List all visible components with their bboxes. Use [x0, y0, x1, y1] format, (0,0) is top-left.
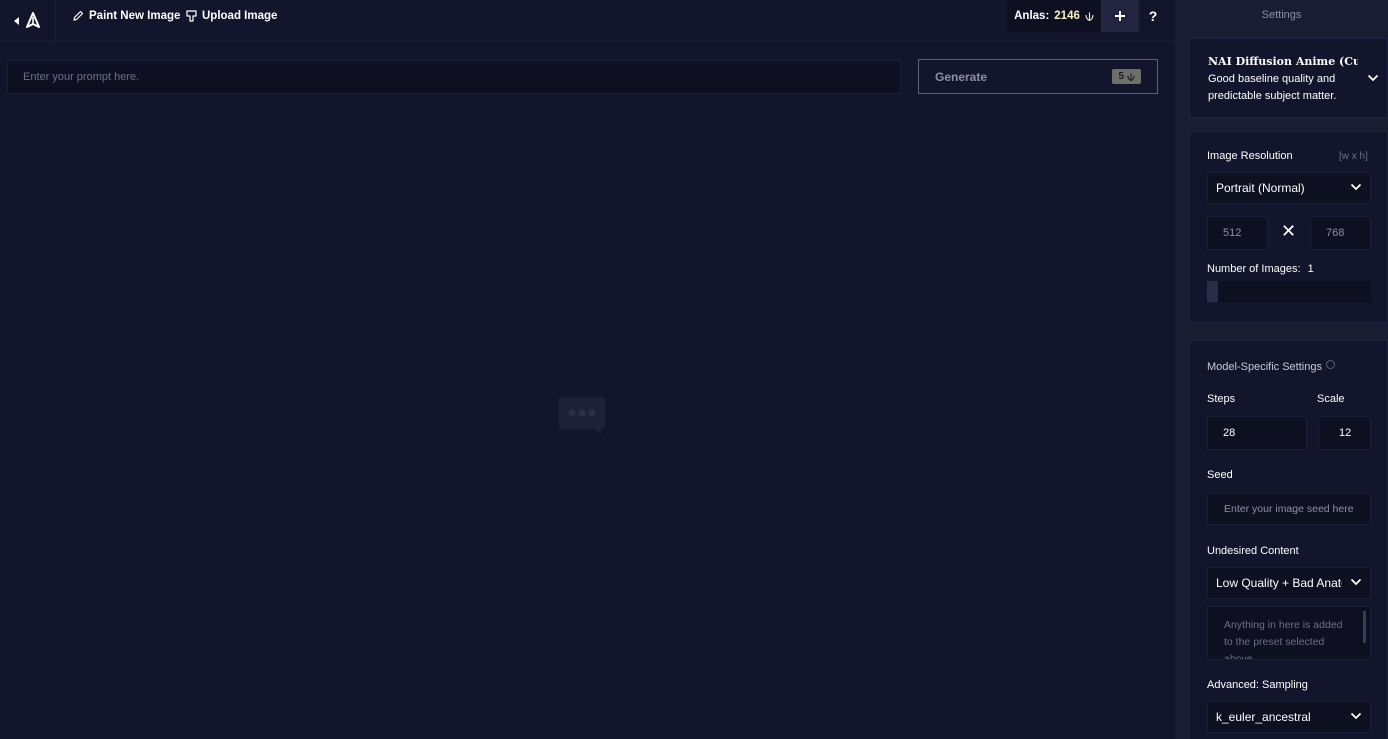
top-bar: Paint New Image Upload Image Anlas: 2146…	[0, 0, 1175, 42]
anlas-balance[interactable]: Anlas: 2146	[1007, 0, 1101, 32]
chevron-down-icon	[1350, 712, 1362, 720]
number-of-images-slider-thumb[interactable]	[1207, 281, 1218, 302]
seed-label: Seed	[1207, 469, 1233, 481]
undesired-content-textarea[interactable]: Anything in here is added to the preset …	[1207, 606, 1371, 660]
generate-button[interactable]: Generate 5	[918, 59, 1158, 94]
caret-left-icon	[14, 17, 19, 25]
advanced-sampling-label: Advanced: Sampling	[1207, 679, 1308, 691]
help-button[interactable]: ?	[1139, 0, 1167, 32]
model-selector[interactable]: NAI Diffusion Anime (Curated) Good basel…	[1189, 38, 1388, 118]
seed-input[interactable]	[1207, 493, 1371, 525]
sampling-dropdown[interactable]: k_euler_ancestral	[1207, 701, 1371, 733]
model-name: NAI Diffusion Anime (Curated)	[1208, 55, 1358, 68]
help-circle-icon[interactable]	[1325, 360, 1335, 369]
undesired-content-label: Undesired Content	[1207, 545, 1299, 557]
resolution-preset-dropdown[interactable]: Portrait (Normal)	[1207, 172, 1371, 204]
model-specific-settings-label: Model-Specific Settings	[1207, 361, 1322, 373]
settings-title: Settings	[1261, 9, 1302, 21]
back-button[interactable]	[0, 0, 56, 42]
generate-label: Generate	[935, 69, 988, 84]
novelai-logo-icon	[26, 12, 40, 28]
generate-cost-badge: 5	[1112, 69, 1141, 84]
steps-input[interactable]: 28	[1207, 416, 1307, 450]
chevron-down-icon	[1350, 578, 1362, 586]
number-of-images-value: 1	[1307, 263, 1314, 275]
number-of-images-label: Number of Images:	[1207, 263, 1301, 275]
image-resolution-label: Image Resolution	[1207, 150, 1293, 162]
anlas-label: Anlas:	[1014, 10, 1050, 22]
prompt-input[interactable]	[7, 60, 901, 94]
resolution-preset-value: Portrait (Normal)	[1216, 181, 1305, 195]
undesired-preset-value: Low Quality + Bad Anatomy	[1216, 576, 1342, 590]
undesired-content-placeholder: Anything in here is added to the preset …	[1224, 619, 1343, 660]
number-of-images-row: Number of Images: 1	[1207, 263, 1314, 275]
undesired-preset-dropdown[interactable]: Low Quality + Bad Anatomy	[1207, 567, 1371, 599]
resolution-times-icon: ✕	[1281, 221, 1297, 241]
width-input[interactable]: 512	[1207, 216, 1268, 250]
paint-new-image-button[interactable]: Paint New Image	[72, 0, 180, 32]
add-anlas-button[interactable]	[1101, 0, 1139, 32]
resolution-panel: Image Resolution [w x h] Portrait (Norma…	[1189, 131, 1388, 323]
upload-image-button[interactable]: Upload Image	[186, 0, 277, 32]
generate-cost-value: 5	[1118, 71, 1124, 82]
textarea-scrollbar[interactable]	[1363, 611, 1366, 643]
sampling-value: k_euler_ancestral	[1216, 710, 1311, 724]
pencil-icon	[73, 10, 84, 21]
steps-label: Steps	[1207, 393, 1236, 405]
upload-image-label: Upload Image	[202, 10, 278, 22]
model-description: Good baseline quality and predictable su…	[1208, 73, 1337, 102]
upload-icon	[186, 10, 197, 22]
empty-image-placeholder-icon	[559, 397, 605, 434]
anlas-value: 2146	[1054, 10, 1080, 22]
chevron-down-icon	[1367, 74, 1379, 82]
main-area: Paint New Image Upload Image Anlas: 2146…	[0, 0, 1175, 739]
chevron-down-icon	[1350, 183, 1362, 191]
plus-icon	[1115, 11, 1125, 21]
model-specific-settings-panel: Model-Specific Settings Steps Scale 28 1…	[1189, 340, 1388, 739]
anlas-icon	[1127, 72, 1135, 81]
number-of-images-slider[interactable]	[1207, 281, 1371, 302]
model-specific-settings-heading: Model-Specific Settings	[1207, 360, 1335, 373]
anlas-icon	[1085, 12, 1094, 21]
settings-sidebar: Settings NAI Diffusion Anime (Curated) G…	[1175, 0, 1388, 739]
height-input[interactable]: 768	[1310, 216, 1371, 250]
scale-label: Scale	[1317, 393, 1345, 405]
scale-input[interactable]: 12	[1318, 416, 1371, 450]
paint-new-image-label: Paint New Image	[89, 10, 181, 22]
resolution-hint: [w x h]	[1339, 151, 1368, 162]
